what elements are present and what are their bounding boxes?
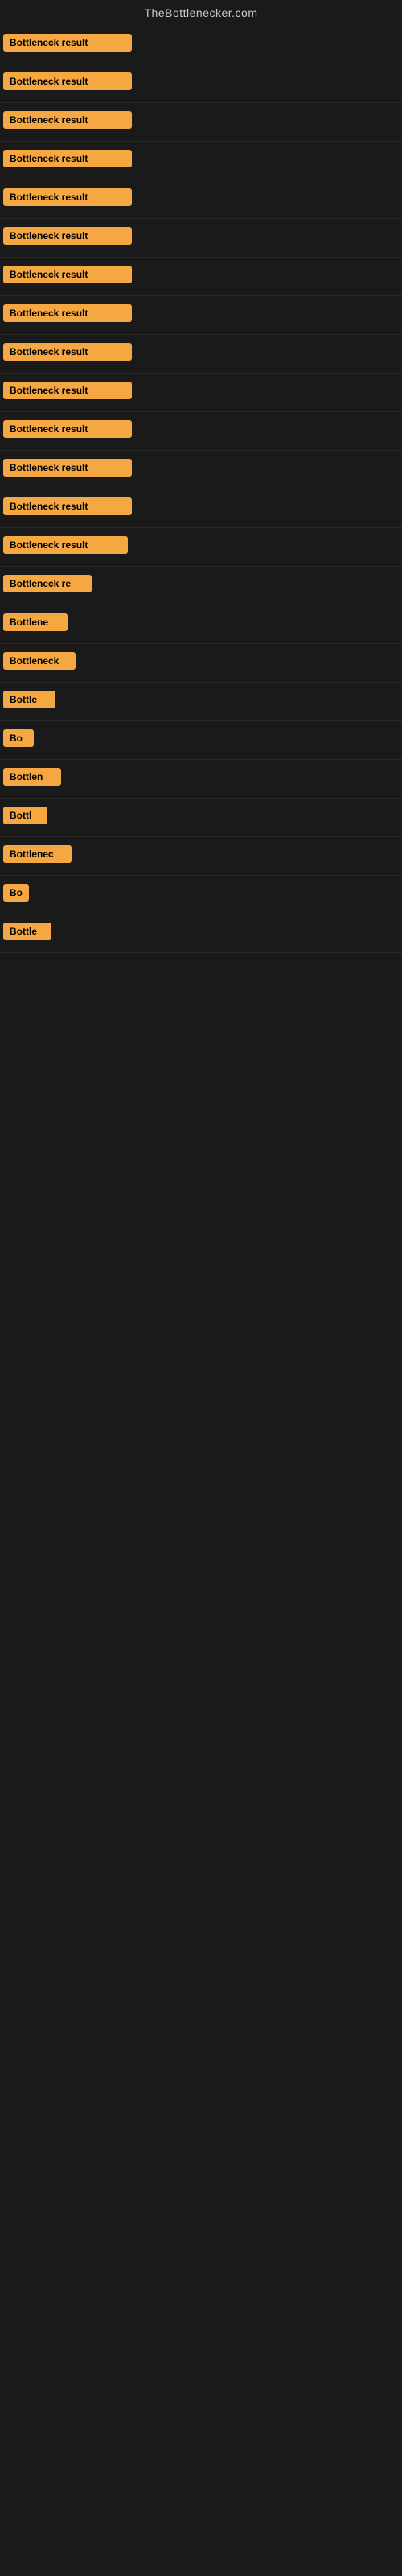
list-item: Bottleneck result bbox=[0, 219, 402, 258]
list-item: Bottlen bbox=[0, 760, 402, 799]
list-item: Bottleneck result bbox=[0, 64, 402, 103]
bottleneck-result-badge[interactable]: Bottleneck result bbox=[3, 111, 132, 129]
list-item: Bottlene bbox=[0, 605, 402, 644]
bottleneck-result-badge[interactable]: Bottleneck result bbox=[3, 459, 132, 477]
list-item: Bottleneck result bbox=[0, 374, 402, 412]
bottleneck-result-badge[interactable]: Bottlenec bbox=[3, 845, 72, 863]
list-item: Bottleneck result bbox=[0, 489, 402, 528]
bottleneck-result-badge[interactable]: Bo bbox=[3, 729, 34, 747]
list-item: Bo bbox=[0, 876, 402, 914]
bottleneck-result-badge[interactable]: Bo bbox=[3, 884, 29, 902]
bottleneck-result-badge[interactable]: Bottleneck result bbox=[3, 72, 132, 90]
bottleneck-result-badge[interactable]: Bottleneck result bbox=[3, 304, 132, 322]
bottleneck-result-badge[interactable]: Bottleneck result bbox=[3, 420, 132, 438]
list-item: Bottleneck result bbox=[0, 451, 402, 489]
bottleneck-result-badge[interactable]: Bottleneck result bbox=[3, 497, 132, 515]
list-item: Bottleneck result bbox=[0, 180, 402, 219]
list-item: Bottleneck result bbox=[0, 142, 402, 180]
page-wrapper: TheBottlenecker.com Bottleneck resultBot… bbox=[0, 0, 402, 953]
bottleneck-result-badge[interactable]: Bottlene bbox=[3, 613, 68, 631]
bottleneck-result-badge[interactable]: Bottle bbox=[3, 691, 55, 708]
bottleneck-result-badge[interactable]: Bottl bbox=[3, 807, 47, 824]
bottleneck-result-badge[interactable]: Bottleneck result bbox=[3, 227, 132, 245]
list-item: Bottleneck result bbox=[0, 103, 402, 142]
rows-container: Bottleneck result Bottleneck result Bottle… bbox=[0, 26, 402, 953]
bottleneck-result-badge[interactable]: Bottleneck re bbox=[3, 575, 92, 592]
list-item: Bottle bbox=[0, 683, 402, 721]
list-item: Bottleneck result bbox=[0, 335, 402, 374]
list-item: Bottleneck result bbox=[0, 528, 402, 567]
list-item: Bottleneck result bbox=[0, 296, 402, 335]
bottleneck-result-badge[interactable]: Bottleneck result bbox=[3, 34, 132, 52]
list-item: Bottleneck re bbox=[0, 567, 402, 605]
list-item: Bottleneck bbox=[0, 644, 402, 683]
bottleneck-result-badge[interactable]: Bottleneck result bbox=[3, 150, 132, 167]
bottleneck-result-badge[interactable]: Bottlen bbox=[3, 768, 61, 786]
list-item: Bo bbox=[0, 721, 402, 760]
bottleneck-result-badge[interactable]: Bottleneck result bbox=[3, 343, 132, 361]
bottleneck-result-badge[interactable]: Bottleneck result bbox=[3, 188, 132, 206]
list-item: Bottl bbox=[0, 799, 402, 837]
bottleneck-result-badge[interactable]: Bottleneck result bbox=[3, 382, 132, 399]
list-item: Bottlenec bbox=[0, 837, 402, 876]
site-title: TheBottlenecker.com bbox=[0, 0, 402, 26]
list-item: Bottleneck result bbox=[0, 26, 402, 64]
bottleneck-result-badge[interactable]: Bottle bbox=[3, 923, 51, 940]
list-item: Bottleneck result bbox=[0, 258, 402, 296]
list-item: Bottleneck result bbox=[0, 412, 402, 451]
bottleneck-result-badge[interactable]: Bottleneck bbox=[3, 652, 76, 670]
bottleneck-result-badge[interactable]: Bottleneck result bbox=[3, 266, 132, 283]
list-item: Bottle bbox=[0, 914, 402, 953]
bottleneck-result-badge[interactable]: Bottleneck result bbox=[3, 536, 128, 554]
